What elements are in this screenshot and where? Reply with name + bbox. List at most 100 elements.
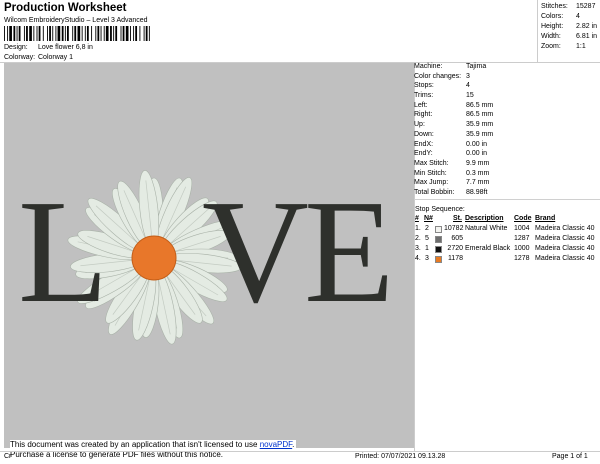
novapdf-link[interactable]: novaPDF xyxy=(260,440,292,449)
stop-needle: 1 xyxy=(425,245,429,252)
stop-stitches: 1178 xyxy=(447,255,463,262)
info-row: Max Stitch: 9.9 mm xyxy=(414,160,600,170)
barcode-bar xyxy=(61,26,64,41)
info-value: 3 xyxy=(466,72,470,80)
barcode xyxy=(4,26,150,41)
barcode-bar xyxy=(67,26,69,41)
info-value: 9.9 mm xyxy=(466,159,490,167)
info-value: 4 xyxy=(466,82,470,90)
info-label: Min Stitch: xyxy=(414,169,447,177)
barcode-bar xyxy=(113,26,115,41)
letter-e: E xyxy=(304,170,394,334)
info-row: Trims: 15 xyxy=(414,92,600,102)
barcode-bar xyxy=(148,26,150,41)
stat-stitches: Stitches: 15287 xyxy=(541,3,596,10)
info-value: 7.7 mm xyxy=(466,179,490,187)
stop-code: 1000 xyxy=(514,245,530,252)
barcode-bar xyxy=(26,26,28,41)
barcode-bar xyxy=(122,26,125,41)
info-row: Left: 86.5 mm xyxy=(414,102,600,112)
barcode-bar xyxy=(86,26,89,41)
barcode-bar xyxy=(135,26,138,41)
info-label: Machine: xyxy=(414,63,443,70)
info-row: EndY: 0.00 in xyxy=(414,150,600,160)
machine-info: Machine: Tajima Color changes: 3 Stops: 4 Trim… xyxy=(414,63,600,199)
barcode-bar xyxy=(97,26,100,41)
letter-v: V xyxy=(202,170,309,334)
barcode-bar xyxy=(7,26,9,41)
stat-colors: Colors: 4 xyxy=(541,13,580,20)
stat-height: Height: 2.82 in xyxy=(541,23,598,30)
info-row: Right: 86.5 mm xyxy=(414,111,600,121)
info-label: Total Bobbin: xyxy=(414,188,455,196)
stat-width: Width: 6.81 in xyxy=(541,33,598,40)
stop-needle: 5 xyxy=(425,235,429,242)
stats-panel: Stitches: 15287 Colors: 4 Height: 2.82 in W… xyxy=(537,3,600,53)
stop-row: 4. 3 1178 1278 Madeira Classic 40 xyxy=(414,255,600,265)
info-row: Total Bobbin: 88.98ft xyxy=(414,189,600,199)
barcode-bar xyxy=(91,26,93,41)
barcode-bar xyxy=(64,26,66,41)
barcode-bar xyxy=(47,26,48,41)
barcode-bar xyxy=(16,26,18,41)
barcode-bar xyxy=(4,26,5,41)
stop-brand: Madeira Classic 40 xyxy=(535,225,595,232)
info-value: 35.9 mm xyxy=(466,130,494,138)
stop-code: 1004 xyxy=(514,225,530,232)
color-swatch xyxy=(435,246,442,253)
info-row: Max Jump: 7.7 mm xyxy=(414,179,600,189)
info-label: Trims: xyxy=(414,92,434,100)
stop-brand: Madeira Classic 40 xyxy=(535,255,595,262)
printed-date: Printed: 07/07/2021 09.13.28 xyxy=(355,453,446,460)
info-label: Right: xyxy=(414,111,433,119)
design-preview: L V E xyxy=(4,63,414,448)
stop-row: 3. 1 2720 Emerald Black 1000 Madeira Classic … xyxy=(414,245,600,255)
info-value: 86.5 mm xyxy=(466,101,494,109)
info-row: Min Stitch: 0.3 mm xyxy=(414,170,600,180)
barcode-bar xyxy=(13,26,16,41)
stop-sequence-title: Stop Sequence: xyxy=(415,206,465,213)
barcode-bar xyxy=(139,26,141,41)
stop-code: 1287 xyxy=(514,235,530,242)
stop-description: Natural White xyxy=(465,225,508,232)
stop-sequence: Stop Sequence: # N# St. Description Code… xyxy=(414,206,600,265)
info-label: Left: xyxy=(414,101,428,109)
notice-line1: This document was created by an applicat… xyxy=(10,440,258,449)
info-value: Tajima xyxy=(466,63,487,70)
design-value: Love flower 6,8 in xyxy=(38,44,93,51)
stop-row: 1. 2 10782 Natural White 1004 Madeira Classic… xyxy=(414,225,600,235)
barcode-bar xyxy=(52,26,54,41)
info-label: Max Jump: xyxy=(414,179,449,187)
letter-l: L xyxy=(18,170,108,334)
barcode-bar xyxy=(23,26,25,41)
barcode-bar xyxy=(33,26,35,41)
barcode-bar xyxy=(100,26,102,41)
info-label: Up: xyxy=(414,121,425,129)
design-label: Design: xyxy=(4,44,28,51)
stop-index: 2. xyxy=(415,235,421,242)
software-subtitle: Wilcom EmbroideryStudio – Level 3 Advanc… xyxy=(4,17,148,24)
barcode-bar xyxy=(38,26,41,41)
barcode-bar xyxy=(9,26,12,41)
barcode-bar xyxy=(18,26,21,41)
stop-index: 1. xyxy=(415,225,421,232)
color-swatch xyxy=(435,236,442,243)
stop-sequence-rows: 1. 2 10782 Natural White 1004 Madeira Classic… xyxy=(414,225,600,265)
flower-center xyxy=(131,235,177,281)
stop-brand: Madeira Classic 40 xyxy=(535,235,595,242)
stop-description: Emerald Black xyxy=(465,245,511,252)
stop-stitches: 10782 xyxy=(444,225,464,232)
barcode-bar xyxy=(29,26,32,41)
barcode-bar xyxy=(115,26,118,41)
barcode-bar xyxy=(72,26,74,41)
stop-sequence-header: # N# St. Description Code Brand xyxy=(415,215,556,222)
info-label: Stops: xyxy=(414,82,434,90)
footer-left: Cr xyxy=(4,453,12,460)
info-row: Stops: 4 xyxy=(414,82,600,92)
barcode-bar xyxy=(57,26,61,41)
stop-index: 3. xyxy=(415,245,421,252)
barcode-bar xyxy=(105,26,109,41)
barcode-bar xyxy=(125,26,129,41)
barcode-bar xyxy=(130,26,131,41)
info-value: 86.5 mm xyxy=(466,111,494,119)
